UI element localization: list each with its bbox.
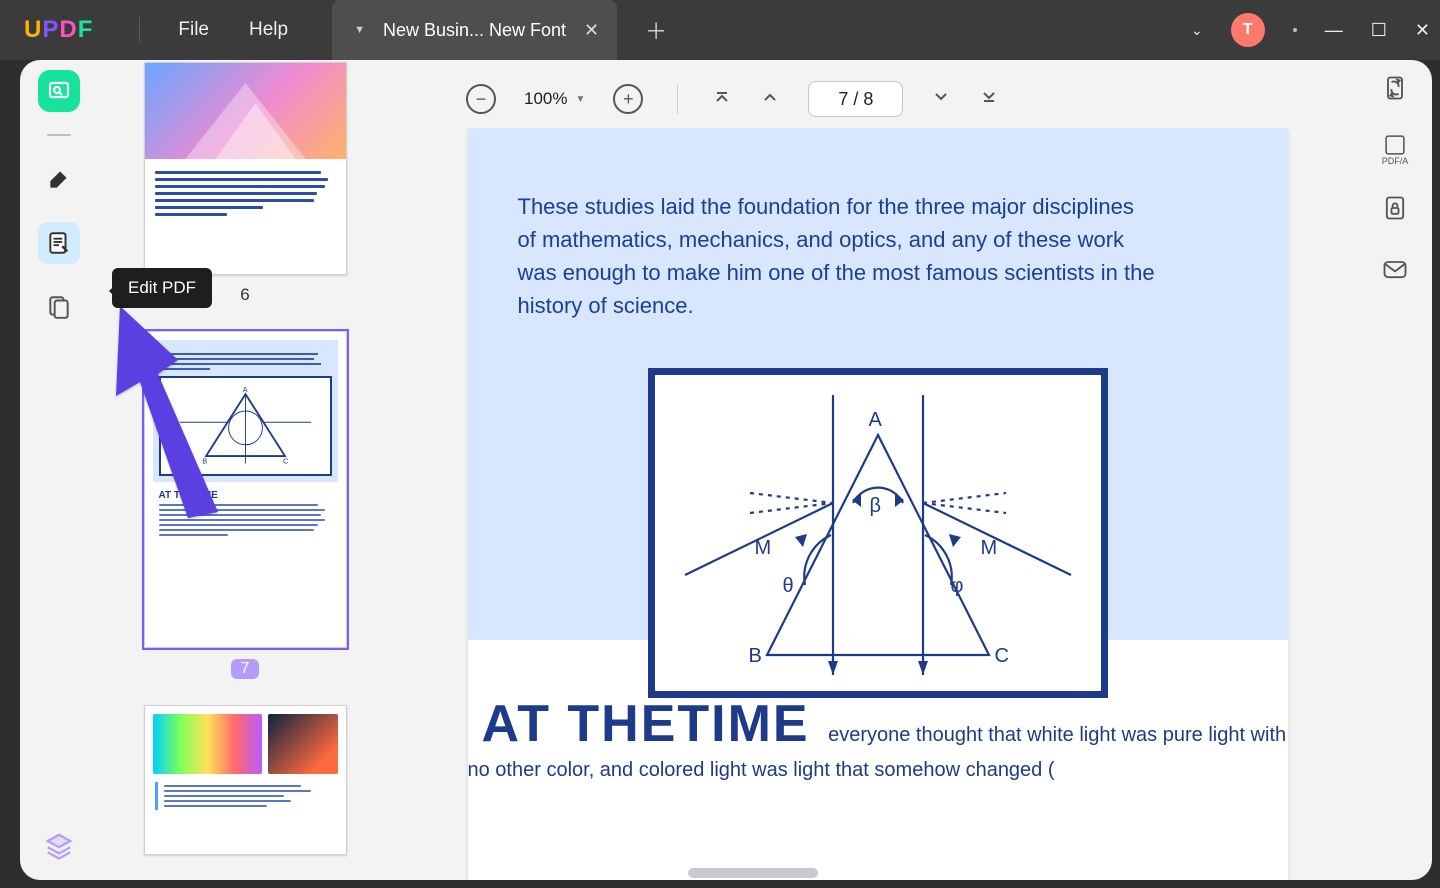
- edit-pdf-tooltip: Edit PDF: [112, 268, 212, 308]
- rotate-icon[interactable]: [1381, 74, 1409, 107]
- svg-text:C: C: [283, 457, 289, 466]
- document-tab[interactable]: ▼ New Busin... New Font ✕: [332, 0, 617, 60]
- organize-icon[interactable]: [38, 286, 80, 328]
- zoom-in-button[interactable]: +: [613, 84, 643, 114]
- tab-close-icon[interactable]: ✕: [584, 20, 599, 41]
- last-page-icon[interactable]: [979, 87, 999, 112]
- page-view[interactable]: These studies laid the foundation for th…: [425, 128, 1330, 880]
- viewer-toolbar: − 100% ▼ + 7 / 8: [466, 70, 999, 128]
- zoom-out-button[interactable]: −: [466, 84, 496, 114]
- label-phi: φ: [951, 575, 964, 598]
- search-icon[interactable]: [38, 70, 80, 112]
- logo: UPDF: [24, 16, 93, 44]
- thumbnail-page-6[interactable]: [144, 62, 347, 275]
- label-M-right: M: [981, 537, 998, 560]
- divider: [139, 17, 140, 43]
- first-page-icon[interactable]: [712, 87, 732, 112]
- page-number-input[interactable]: 7 / 8: [808, 81, 903, 117]
- prism-diagram: A B C M M β θ φ: [648, 368, 1108, 698]
- new-tab-button[interactable]: ＋: [645, 14, 667, 46]
- label-A: A: [869, 409, 882, 432]
- label-C: C: [995, 645, 1009, 668]
- share-icon[interactable]: [1381, 255, 1409, 288]
- minimize-icon[interactable]: —: [1325, 20, 1343, 41]
- protect-icon[interactable]: [1381, 194, 1409, 227]
- workspace: Edit PDF 6 ABC AT THETIME: [20, 60, 1432, 880]
- thumb-label-7: 7: [106, 658, 384, 679]
- chevron-down-icon: ▼: [575, 94, 585, 105]
- svg-text:A: A: [242, 385, 247, 394]
- status-dot: [1293, 28, 1297, 32]
- pdfa-icon[interactable]: PDF/A: [1381, 135, 1409, 166]
- document-page: These studies laid the foundation for th…: [468, 128, 1288, 880]
- maximize-icon[interactable]: ☐: [1371, 20, 1387, 41]
- divider: [677, 84, 678, 114]
- intro-paragraph: These studies laid the foundation for th…: [518, 190, 1158, 322]
- zoom-dropdown[interactable]: 100% ▼: [524, 89, 585, 109]
- layers-icon[interactable]: [44, 831, 74, 866]
- menu-file[interactable]: File: [178, 19, 209, 41]
- pointer-arrow: [106, 302, 226, 522]
- zoom-value: 100%: [524, 89, 567, 109]
- prev-page-icon[interactable]: [760, 87, 780, 112]
- menubar: UPDF File Help ▼ New Busin... New Font ✕…: [0, 0, 1440, 60]
- label-M-left: M: [755, 537, 772, 560]
- highlighter-icon[interactable]: [38, 158, 80, 200]
- window-controls: ⌄ T — ☐ ✕: [1191, 0, 1430, 60]
- left-icon-rail: [34, 70, 84, 328]
- label-theta: θ: [783, 575, 794, 598]
- horizontal-scrollbar[interactable]: [688, 868, 818, 878]
- divider: [47, 134, 71, 136]
- label-beta: β: [870, 495, 882, 518]
- label-B: B: [749, 645, 762, 668]
- close-icon[interactable]: ✕: [1415, 20, 1430, 41]
- edit-pdf-button[interactable]: [38, 222, 80, 264]
- tab-dropdown-icon[interactable]: ▼: [354, 24, 365, 36]
- thumbnail-page-8[interactable]: [144, 705, 347, 855]
- dropdown-icon[interactable]: ⌄: [1191, 22, 1203, 39]
- right-icon-rail: PDF/A: [1370, 74, 1420, 288]
- menu-help[interactable]: Help: [249, 19, 288, 41]
- next-page-icon[interactable]: [931, 87, 951, 112]
- tab-title: New Busin... New Font: [383, 20, 566, 41]
- avatar[interactable]: T: [1231, 13, 1265, 47]
